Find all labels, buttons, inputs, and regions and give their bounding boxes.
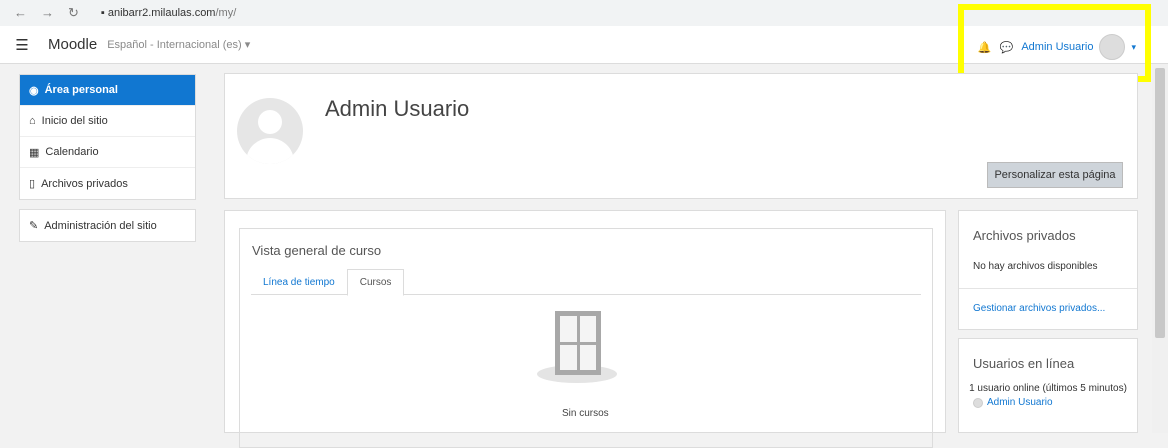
illustration-board	[555, 311, 601, 375]
sidebar-item-admin[interactable]: ✎ Administración del sitio	[20, 210, 195, 241]
avatar-head	[258, 110, 282, 134]
sidebar-admin-group: ✎ Administración del sitio	[19, 209, 196, 242]
sidebar-item-archivos[interactable]: ▯ Archivos privados	[20, 168, 195, 199]
back-arrow-icon[interactable]: ←	[14, 5, 27, 21]
dashboard-icon: ◉	[29, 84, 39, 97]
tab-courses[interactable]: Cursos	[346, 269, 405, 296]
file-icon: ▯	[29, 178, 36, 190]
divider	[959, 288, 1137, 289]
private-files-block: Archivos privados No hay archivos dispon…	[958, 210, 1138, 330]
url-host: anibarr2.milaulas.com	[107, 7, 216, 19]
empty-files-text: No hay archivos disponibles	[973, 261, 1098, 272]
illustration-card	[579, 316, 596, 342]
illustration-card	[579, 344, 596, 370]
user-avatar	[973, 397, 983, 408]
avatar-body	[246, 138, 294, 164]
url-path: /my/	[215, 7, 237, 19]
sidebar-item-area-personal[interactable]: ◉ Área personal	[20, 75, 195, 106]
sidebar-item-calendario[interactable]: ▦ Calendario	[20, 137, 195, 168]
language-selector[interactable]: Español - Internacional (es) ▾	[107, 38, 250, 51]
sidebar-item-label: Calendario	[45, 146, 99, 158]
customize-page-button[interactable]: Personalizar esta página	[987, 162, 1123, 188]
address-bar[interactable]: ▪ anibarr2.milaulas.com/my/	[101, 7, 236, 19]
illustration-card	[560, 316, 577, 342]
calendar-icon: ▦	[29, 146, 40, 159]
online-summary: 1 usuario online (últimos 5 minutos)	[969, 383, 1127, 394]
no-courses-illustration	[532, 305, 622, 393]
block-title: Usuarios en línea	[973, 356, 1075, 371]
home-icon: ⌂	[29, 115, 36, 127]
page-header: Admin Usuario Personalizar esta página	[224, 73, 1138, 199]
sidebar-item-label: Inicio del sitio	[41, 115, 108, 127]
scrollbar-thumb[interactable]	[1155, 68, 1165, 338]
lock-icon: ▪	[100, 7, 105, 19]
page-scrollbar[interactable]	[1152, 64, 1168, 433]
online-user-name: Admin Usuario	[987, 397, 1053, 408]
tab-timeline[interactable]: Línea de tiempo	[251, 269, 347, 295]
reload-icon[interactable]: ↻	[68, 5, 79, 21]
site-brand[interactable]: Moodle	[48, 36, 97, 53]
sidebar-item-label: Área personal	[44, 84, 118, 96]
illustration-card	[560, 344, 577, 370]
online-user-item[interactable]: Admin Usuario	[973, 397, 1137, 408]
block-title: Archivos privados	[973, 228, 1076, 243]
block-title: Vista general de curso	[252, 243, 382, 258]
sidebar-main-group: ◉ Área personal ⌂ Inicio del sitio ▦ Cal…	[19, 74, 196, 200]
wrench-icon: ✎	[29, 220, 39, 232]
profile-avatar[interactable]	[237, 98, 303, 164]
course-overview-block: Vista general de curso Línea de tiempo C…	[239, 228, 933, 448]
page-title: Admin Usuario	[325, 96, 470, 121]
sidebar-item-label: Administración del sitio	[44, 219, 157, 232]
course-tabs: Línea de tiempo Cursos	[251, 269, 921, 296]
sidebar-item-inicio[interactable]: ⌂ Inicio del sitio	[20, 106, 195, 137]
sidebar: ◉ Área personal ⌂ Inicio del sitio ▦ Cal…	[19, 74, 196, 251]
empty-state-text: Sin cursos	[562, 408, 609, 419]
browser-nav: ← → ↻	[14, 5, 79, 21]
sidebar-item-label: Archivos privados	[41, 177, 128, 190]
online-users-block: Usuarios en línea 1 usuario online (últi…	[958, 338, 1138, 433]
highlight-box	[958, 4, 1151, 82]
menu-toggle-icon[interactable]: ☰	[6, 31, 38, 59]
forward-arrow-icon[interactable]: →	[41, 5, 54, 21]
manage-files-link[interactable]: Gestionar archivos privados...	[973, 303, 1137, 314]
main-region: Vista general de curso Línea de tiempo C…	[224, 210, 946, 448]
